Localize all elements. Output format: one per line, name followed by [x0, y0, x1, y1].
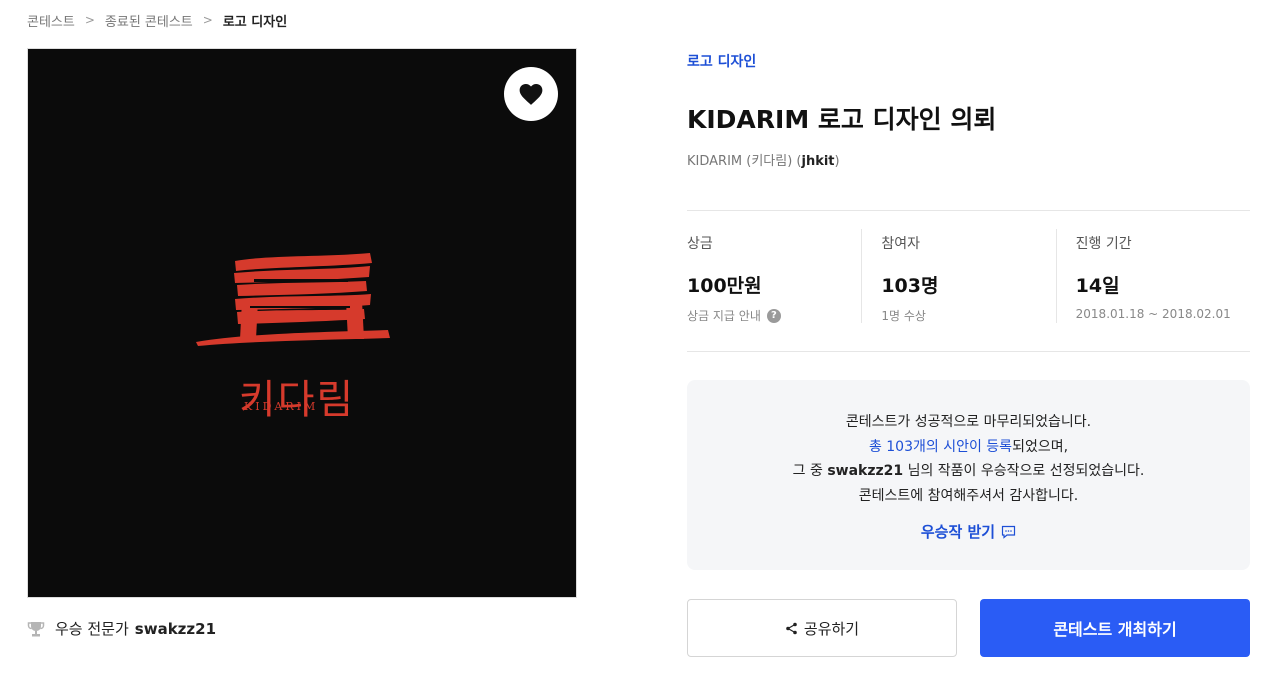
- prize-payment-info[interactable]: 상금 지급 안내 ?: [687, 307, 861, 324]
- stat-period-value: 14일: [1075, 275, 1120, 297]
- notice-line-2: 총 103개의 시안이 등록되었으며,: [687, 435, 1250, 460]
- notice-line-1: 콘테스트가 성공적으로 마무리되었습니다.: [845, 414, 1092, 430]
- message-icon: [1002, 526, 1016, 540]
- share-button-label: 공유하기: [803, 619, 860, 638]
- notice-line-3: 그 중 swakzz21 님의 작품이 우승작으로 선정되었습니다.: [687, 459, 1250, 484]
- stat-period: 진행 기간 14일 2018.01.18 ~ 2018.02.01: [1055, 211, 1250, 351]
- trophy-icon: [27, 621, 45, 636]
- like-button[interactable]: [504, 67, 558, 121]
- contest-title: KIDARIM 로고 디자인 의뢰: [687, 105, 997, 134]
- submissions-link[interactable]: 총 103개의 시안이 등록: [869, 439, 1012, 455]
- chevron-right-icon: >: [84, 13, 95, 27]
- notice-line-4: 콘테스트에 참여해주셔서 감사합니다.: [858, 487, 1079, 504]
- contest-stats: 상금 100만원 상금 지급 안내 ? 참여자 103명 1명 수상 진행 기간…: [687, 211, 1250, 351]
- stat-participants-label: 참여자: [881, 236, 920, 252]
- host-id[interactable]: jhkit: [801, 154, 834, 169]
- host-paren: ): [834, 154, 840, 169]
- notice-winner-name: swakzz21: [827, 463, 904, 479]
- breadcrumb-ended-contests[interactable]: 종료된 콘테스트: [105, 11, 193, 30]
- kidarim-logo-image: [196, 253, 390, 346]
- chevron-right-icon: >: [202, 13, 213, 27]
- stat-prize-label: 상금: [687, 236, 713, 252]
- get-winner-label: 우승작 받기: [920, 523, 996, 541]
- share-button[interactable]: 공유하기: [687, 599, 957, 657]
- breadcrumb: 콘테스트 > 종료된 콘테스트 > 로고 디자인: [27, 10, 287, 30]
- host-contest-button[interactable]: 콘테스트 개최하기: [980, 599, 1250, 657]
- contest-complete-notice: 콘테스트가 성공적으로 마무리되었습니다. 총 103개의 시안이 등록되었으며…: [687, 380, 1250, 570]
- notice-line-3-pre: 그 중: [792, 463, 828, 479]
- stat-prize-value: 100만원: [687, 275, 762, 297]
- stat-participants-sub: 1명 수상: [881, 309, 926, 323]
- logo-text-korean: 키다림: [238, 377, 356, 423]
- divider: [687, 351, 1250, 352]
- get-winner-button[interactable]: 우승작 받기: [921, 520, 1016, 545]
- contest-host: KIDARIM (키다림) (jhkit): [687, 150, 840, 169]
- breadcrumb-contest[interactable]: 콘테스트: [27, 11, 75, 30]
- stat-prize: 상금 100만원 상금 지급 안내 ?: [687, 211, 861, 351]
- prize-payment-info-label: 상금 지급 안내: [687, 309, 761, 323]
- winner-label: 우승 전문가: [55, 620, 129, 638]
- notice-line-2-rest: 되었으며,: [1012, 438, 1069, 455]
- winner-info: 우승 전문가 swakzz21: [27, 618, 216, 639]
- stat-period-label: 진행 기간: [1075, 236, 1132, 252]
- stat-period-dates: 2018.01.18 ~ 2018.02.01: [1075, 307, 1231, 321]
- help-icon[interactable]: ?: [766, 308, 781, 323]
- host-name: KIDARIM (키다림) (: [687, 154, 802, 169]
- notice-line-3-rest: 님의 작품이 우승작으로 선정되었습니다.: [903, 463, 1145, 479]
- breadcrumb-current: 로고 디자인: [222, 14, 288, 30]
- share-icon: [786, 622, 797, 634]
- contest-category[interactable]: 로고 디자인: [687, 51, 756, 71]
- winning-artwork: 키다림 KIDARIM: [27, 48, 577, 598]
- heart-icon: [519, 84, 543, 105]
- stat-participants: 참여자 103명 1명 수상: [861, 211, 1055, 351]
- winner-name[interactable]: swakzz21: [135, 620, 216, 638]
- logo-text-english: KIDARIM: [244, 400, 319, 413]
- stat-participants-value: 103명: [881, 275, 939, 297]
